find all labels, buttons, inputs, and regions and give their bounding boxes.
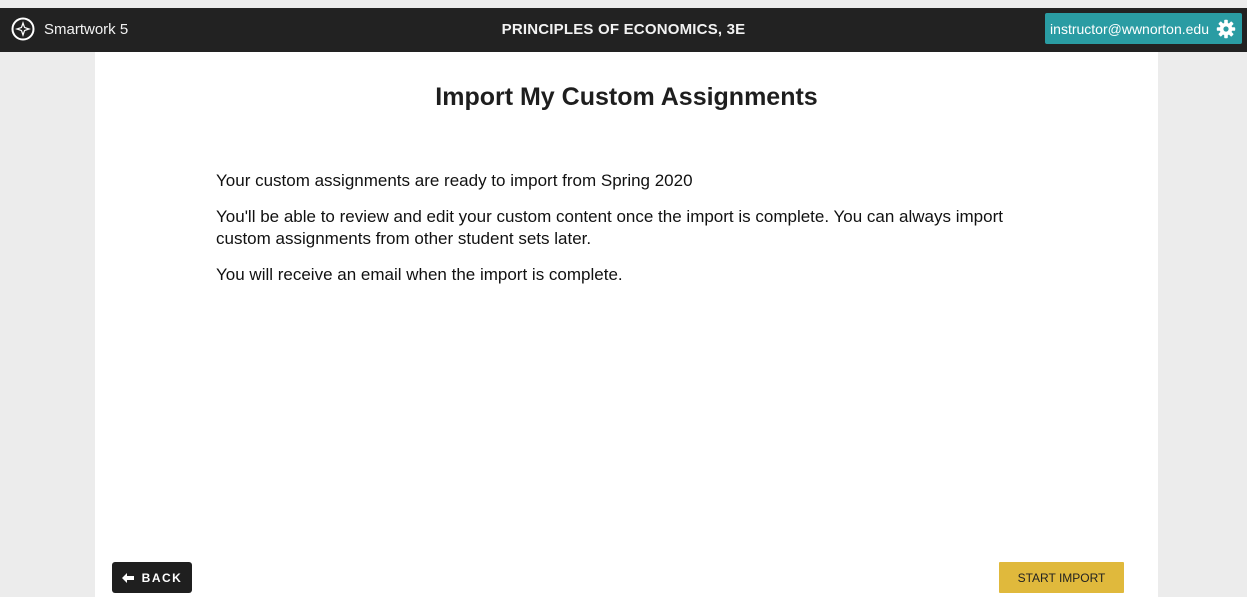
import-description: Your custom assignments are ready to imp… (216, 170, 1006, 300)
user-email: instructor@wwnorton.edu (1050, 20, 1209, 37)
review-message: You'll be able to review and edit your c… (216, 207, 1003, 248)
user-menu-button[interactable]: instructor@wwnorton.edu (1045, 13, 1242, 44)
ready-message: Your custom assignments are ready to imp… (216, 171, 693, 190)
arrow-left-icon (121, 572, 134, 583)
start-import-label: START IMPORT (1017, 570, 1106, 585)
top-navigation-bar: Smartwork 5 PRINCIPLES OF ECONOMICS, 3E … (0, 8, 1247, 52)
email-notice: You will receive an email when the impor… (216, 265, 623, 284)
page-title: Import My Custom Assignments (435, 83, 818, 111)
back-label: BACK (141, 570, 183, 585)
gear-icon (1216, 19, 1236, 39)
back-button[interactable]: BACK (112, 562, 192, 593)
main-panel: Import My Custom Assignments Your custom… (95, 52, 1158, 597)
start-import-button[interactable]: START IMPORT (999, 562, 1124, 593)
